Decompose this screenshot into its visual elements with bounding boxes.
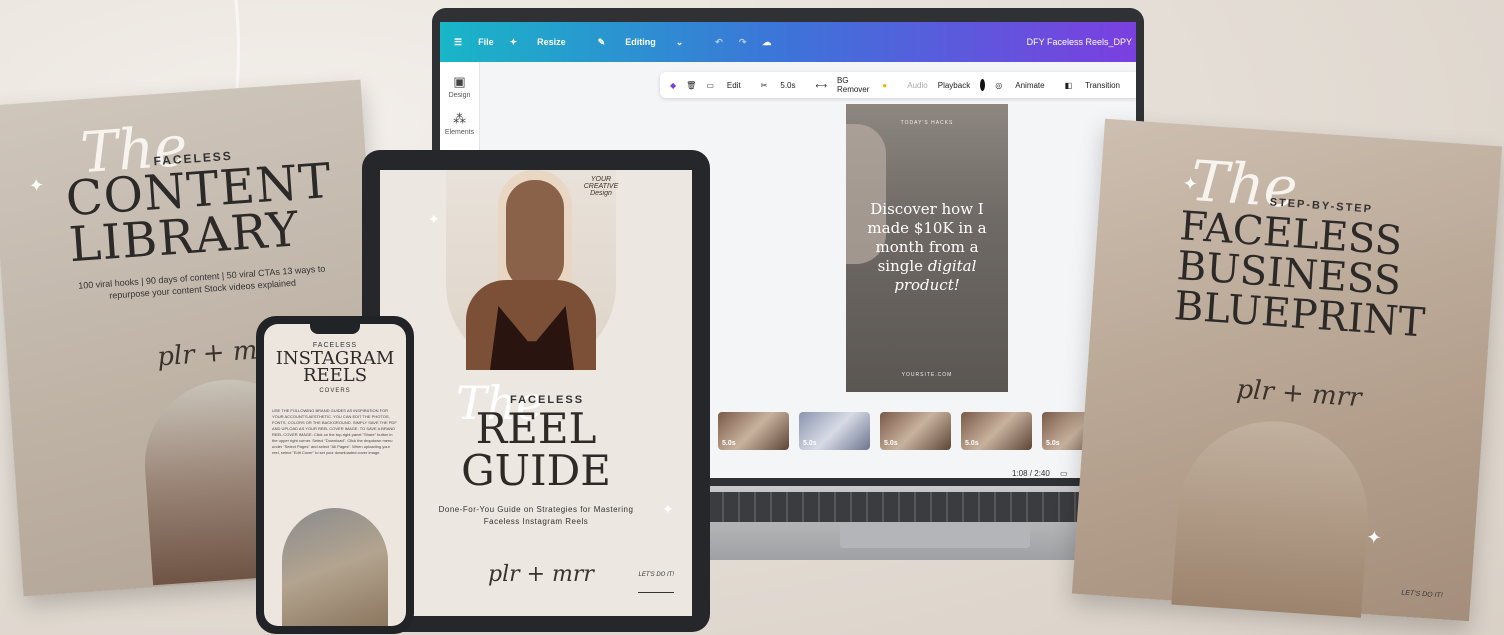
- cover-signature: plr + mrr: [1235, 374, 1363, 414]
- side-item-elements[interactable]: ⁂ Elements: [440, 111, 479, 136]
- magic-icon[interactable]: ◆: [670, 81, 676, 90]
- side-item-design[interactable]: ▣ Design: [440, 74, 479, 99]
- animate-icon: ◎: [995, 80, 1003, 90]
- cover-title: FACELESS BUSINESS BLUEPRINT: [1172, 203, 1427, 347]
- cover-title: CONTENT LIBRARY: [64, 152, 334, 274]
- brand-logo: YOUR CREATIVE Design: [583, 176, 619, 197]
- timeline-clip[interactable]: 5.0s: [718, 412, 789, 450]
- flip-icon[interactable]: ⟷: [816, 81, 827, 90]
- page-photo: [282, 508, 388, 626]
- editing-menu[interactable]: ✎ Editing ⌄: [598, 37, 700, 48]
- sparkle-icon: ✦: [28, 174, 45, 196]
- timeline-clip[interactable]: 5.0s: [961, 412, 1032, 450]
- reel-guide-cover: YOUR CREATIVE Design The FACELESS REEL G…: [380, 170, 692, 616]
- element-toolbar: ◆ 🗑 ▭ Edit ✂ 5.0s ⟷ BG Remover ● Audio Play…: [660, 72, 1136, 98]
- cover-cta: LET'S DO IT!: [1401, 589, 1443, 600]
- phone: FACELESS INSTAGRAM REELS COVERS USE THE …: [256, 316, 414, 634]
- crown-icon: ●: [882, 80, 888, 90]
- sparkle-icon: ✦: [428, 211, 440, 227]
- page-instructions: USE THE FOLLOWING BRAND GUIDES AS INSPIR…: [272, 408, 397, 455]
- illustration-face: [506, 180, 564, 290]
- menu-icon[interactable]: ☰: [454, 37, 462, 48]
- timeline-clip[interactable]: 5.0s: [880, 412, 951, 450]
- reel-covers-page: FACELESS INSTAGRAM REELS COVERS USE THE …: [264, 324, 406, 626]
- business-blueprint-cover: The STEP-BY-STEP FACELESS BUSINESS BLUEP…: [1071, 118, 1503, 622]
- reel-canvas[interactable]: TODAY'S HACKS Discover how I made $10K i…: [846, 104, 1008, 392]
- cover-cta: LET'S DO IT!: [638, 572, 674, 578]
- animate-button[interactable]: ◎ Animate: [995, 81, 1054, 90]
- sparkle-icon: ✦: [1182, 173, 1199, 195]
- resize-menu[interactable]: ✦ Resize: [510, 37, 582, 48]
- bg-remover-button[interactable]: BG Remover ●: [837, 76, 897, 94]
- reel-headline: Discover how I made $10K in a month from…: [867, 200, 987, 294]
- elements-icon: ⁂: [453, 111, 466, 126]
- sparkle-icon: ✦: [662, 501, 674, 517]
- screen-icon[interactable]: ▭: [1060, 469, 1068, 478]
- undo-icon[interactable]: ↶: [715, 37, 723, 48]
- split-button[interactable]: ✂ 5.0s: [761, 81, 806, 90]
- cloud-save-icon[interactable]: ☁: [762, 37, 771, 48]
- laptop-trackpad: [840, 524, 1030, 548]
- design-icon: ▣: [453, 74, 466, 89]
- arrow-right-icon: [638, 592, 674, 593]
- transition-button[interactable]: ◧ Transition: [1065, 81, 1130, 90]
- color-swatch[interactable]: [980, 79, 986, 91]
- redo-icon[interactable]: ↷: [739, 37, 747, 48]
- edit-icon: ▭: [706, 80, 714, 90]
- chevron-down-icon: ⌄: [675, 36, 684, 47]
- audio-button[interactable]: Audio: [907, 81, 927, 90]
- playback-button[interactable]: Playback: [938, 81, 970, 90]
- reel-bottom-text: YOURSITE.COM: [901, 372, 953, 378]
- page-title: INSTAGRAM REELS: [275, 348, 395, 386]
- cover-signature: plr + mrr: [488, 562, 594, 587]
- playback-time: 1:08 / 2:40 ▭: [1012, 469, 1068, 478]
- trash-icon[interactable]: 🗑: [686, 81, 696, 90]
- cover-description: Done-For-You Guide on Strategies for Mas…: [438, 505, 634, 526]
- file-menu[interactable]: File: [478, 37, 494, 47]
- timeline: 5.0s 5.0s 5.0s 5.0s 5.0s: [718, 412, 1113, 450]
- reel-top-text: TODAY'S HACKS: [900, 120, 954, 126]
- timeline-clip[interactable]: 5.0s: [799, 412, 870, 450]
- editor-topbar: ☰ File ✦ Resize ✎ Editing ⌄ ↶ ↷ ☁ DFY Facel…: [440, 22, 1136, 62]
- cover-photo: [1171, 414, 1375, 618]
- page-subtitle: COVERS: [319, 388, 351, 394]
- phone-notch: [310, 324, 360, 334]
- sparkle-icon: ✦: [1365, 526, 1383, 548]
- sparkle-icon: ✦: [509, 36, 518, 47]
- document-title[interactable]: DFY Faceless Reels_DPY: [1027, 37, 1132, 47]
- transition-icon: ◧: [1064, 80, 1073, 90]
- scissors-icon: ✂: [760, 80, 768, 90]
- cover-title: REEL GUIDE: [461, 404, 611, 495]
- edit-button[interactable]: ▭ Edit: [706, 81, 750, 90]
- pencil-icon: ✎: [597, 36, 606, 47]
- tablet: YOUR CREATIVE Design The FACELESS REEL G…: [362, 150, 710, 632]
